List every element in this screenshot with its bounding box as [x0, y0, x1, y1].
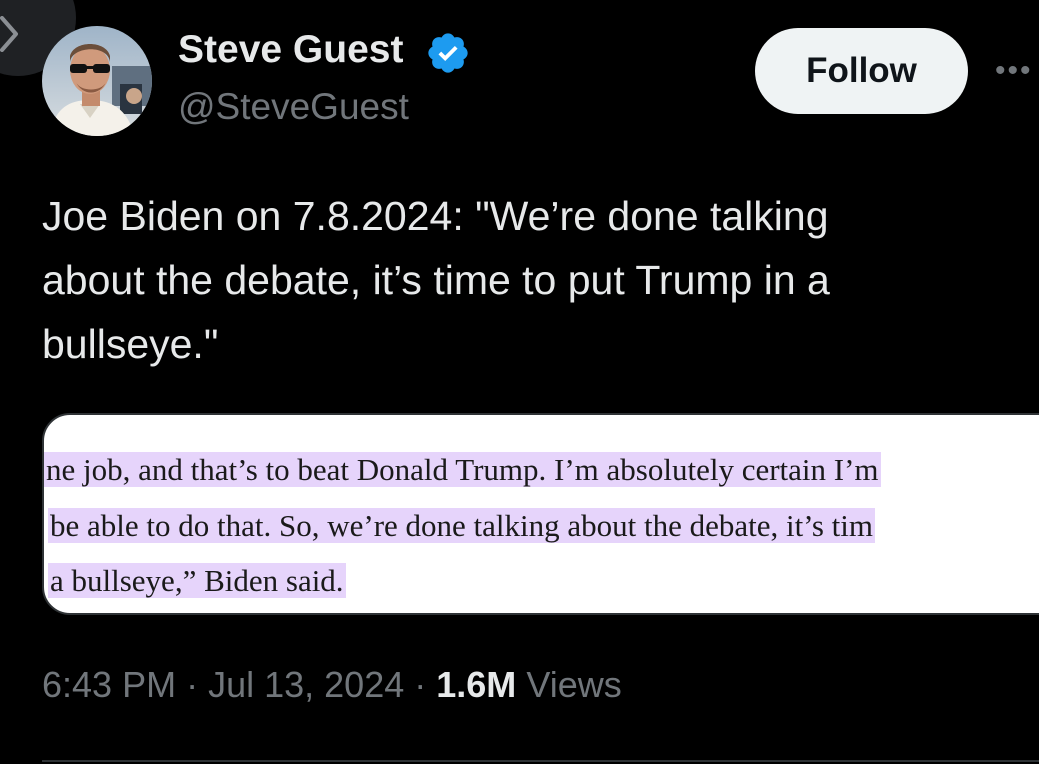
tweet-date[interactable]: Jul 13, 2024 [208, 664, 404, 705]
follow-button[interactable]: Follow [755, 28, 968, 114]
separator-dot: · [414, 664, 437, 705]
excerpt-line: be able to do that. So, we’re done talki… [48, 508, 876, 543]
divider [42, 760, 1039, 762]
verified-badge-icon [428, 33, 468, 73]
more-horizontal-icon[interactable]: ••• [995, 54, 1039, 88]
avatar[interactable] [42, 26, 152, 136]
excerpt-line: a bullseye,” Biden said. [48, 563, 346, 598]
display-name[interactable]: Steve Guest [178, 28, 403, 72]
tweet-time[interactable]: 6:43 PM [42, 664, 176, 705]
views-label: Views [526, 664, 622, 705]
views-count: 1.6M [436, 664, 517, 705]
tweet-meta: 6:43 PM · Jul 13, 2024 · 1.6M Views [42, 664, 622, 706]
tweet-media-image[interactable]: ne job, and that’s to beat Donald Trump.… [42, 413, 1039, 615]
excerpt-line: ne job, and that’s to beat Donald Trump.… [44, 452, 881, 487]
separator-dot: · [186, 664, 209, 705]
back-arrow-icon [0, 16, 18, 52]
tweet-text: Joe Biden on 7.8.2024: "We’re done talki… [42, 193, 830, 367]
user-handle[interactable]: @SteveGuest [178, 86, 409, 128]
